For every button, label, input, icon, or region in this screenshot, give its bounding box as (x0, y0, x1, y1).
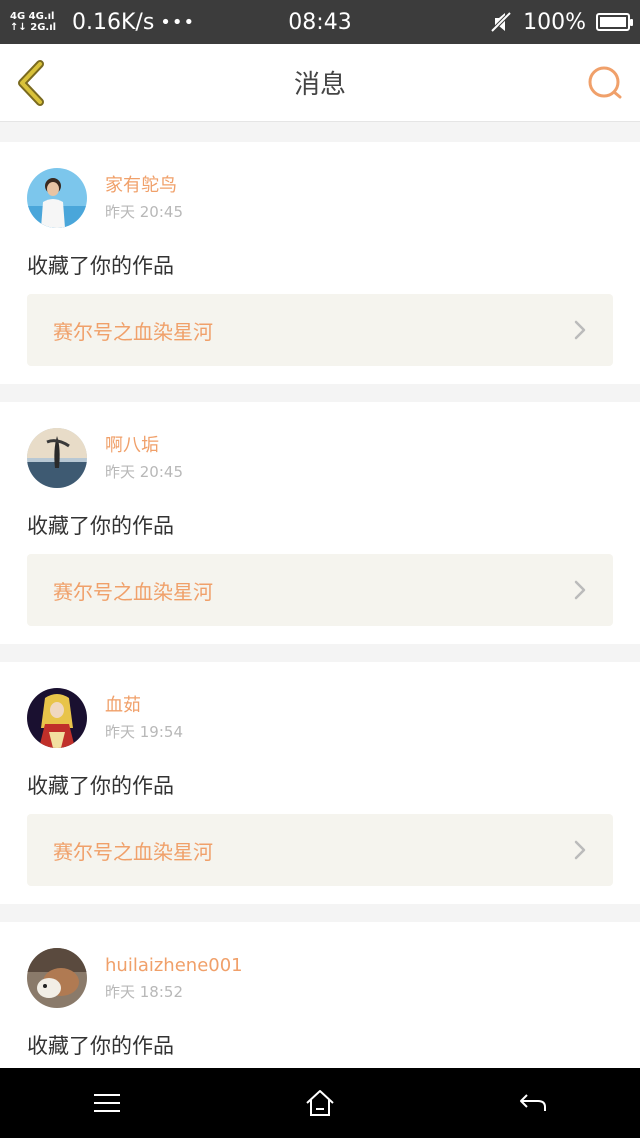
username[interactable]: huilaizhene001 (105, 954, 243, 978)
message-list: 家有鸵鸟 昨天 20:45 收藏了你的作品 赛尔号之血染星河 啊八垢 昨天 20… (0, 142, 640, 1138)
action-text: 收藏了你的作品 (27, 514, 174, 538)
username[interactable]: 家有鸵鸟 (105, 174, 183, 198)
chevron-right-icon (574, 580, 586, 600)
work-link[interactable]: 赛尔号之血染星河 (27, 814, 613, 886)
message-user: huilaizhene001 昨天 18:52 (27, 948, 243, 1008)
page-title: 消息 (293, 70, 346, 100)
menu-button[interactable] (77, 1078, 137, 1128)
network-speed: 0.16K/s (72, 9, 155, 35)
timestamp: 昨天 20:45 (105, 203, 183, 221)
work-link[interactable]: 赛尔号之血染星河 (27, 294, 613, 366)
back-chevron-icon (18, 60, 44, 106)
avatar[interactable] (27, 688, 87, 748)
chevron-right-icon (574, 840, 586, 860)
more-notifications-icon: ••• (160, 11, 196, 33)
message-user: 家有鸵鸟 昨天 20:45 (27, 168, 183, 228)
back-button[interactable] (14, 60, 54, 106)
home-button[interactable] (290, 1078, 350, 1128)
signal-top: 4G 4G.ıl (10, 11, 55, 22)
signal-bottom: ↑↓ 2G.ıl (10, 22, 57, 33)
action-text: 收藏了你的作品 (27, 254, 174, 278)
username[interactable]: 血茹 (105, 694, 183, 718)
top-navigation-bar: 消息 (0, 44, 640, 122)
back-arrow-icon (520, 1094, 547, 1111)
timestamp: 昨天 19:54 (105, 723, 183, 741)
mute-icon (490, 11, 512, 33)
timestamp: 昨天 18:52 (105, 983, 183, 1001)
work-link[interactable]: 赛尔号之血染星河 (27, 554, 613, 626)
message-card: 家有鸵鸟 昨天 20:45 收藏了你的作品 赛尔号之血染星河 (0, 142, 640, 384)
action-text: 收藏了你的作品 (27, 774, 174, 798)
message-card: 血茹 昨天 19:54 收藏了你的作品 赛尔号之血染星河 (0, 662, 640, 904)
status-bar: 4G 4G.ıl ↑↓ 2G.ıl 0.16K/s ••• 08:43 100% (0, 0, 640, 44)
signal-indicator: 4G 4G.ıl ↑↓ 2G.ıl (10, 11, 72, 33)
home-icon (306, 1090, 334, 1116)
avatar-image (27, 948, 87, 1008)
chevron-right-icon (574, 320, 586, 340)
work-title: 赛尔号之血染星河 (53, 579, 213, 604)
system-navigation-bar (0, 1068, 640, 1138)
work-title: 赛尔号之血染星河 (53, 839, 213, 864)
avatar-image (27, 168, 87, 228)
username[interactable]: 啊八垢 (105, 434, 183, 458)
menu-icon (93, 1094, 120, 1112)
message-card: 啊八垢 昨天 20:45 收藏了你的作品 赛尔号之血染星河 (0, 402, 640, 644)
action-text: 收藏了你的作品 (27, 1034, 174, 1058)
work-title: 赛尔号之血染星河 (53, 319, 213, 344)
timestamp: 昨天 20:45 (105, 463, 183, 481)
message-user: 啊八垢 昨天 20:45 (27, 428, 183, 488)
search-icon (588, 66, 622, 99)
search-button[interactable] (586, 64, 624, 102)
system-back-button[interactable] (503, 1078, 563, 1128)
battery-percent: 100% (523, 9, 586, 35)
avatar-image (27, 428, 87, 488)
avatar-image (27, 688, 87, 748)
avatar[interactable] (27, 428, 87, 488)
avatar[interactable] (27, 948, 87, 1008)
message-user: 血茹 昨天 19:54 (27, 688, 183, 748)
battery-icon (596, 13, 633, 31)
avatar[interactable] (27, 168, 87, 228)
